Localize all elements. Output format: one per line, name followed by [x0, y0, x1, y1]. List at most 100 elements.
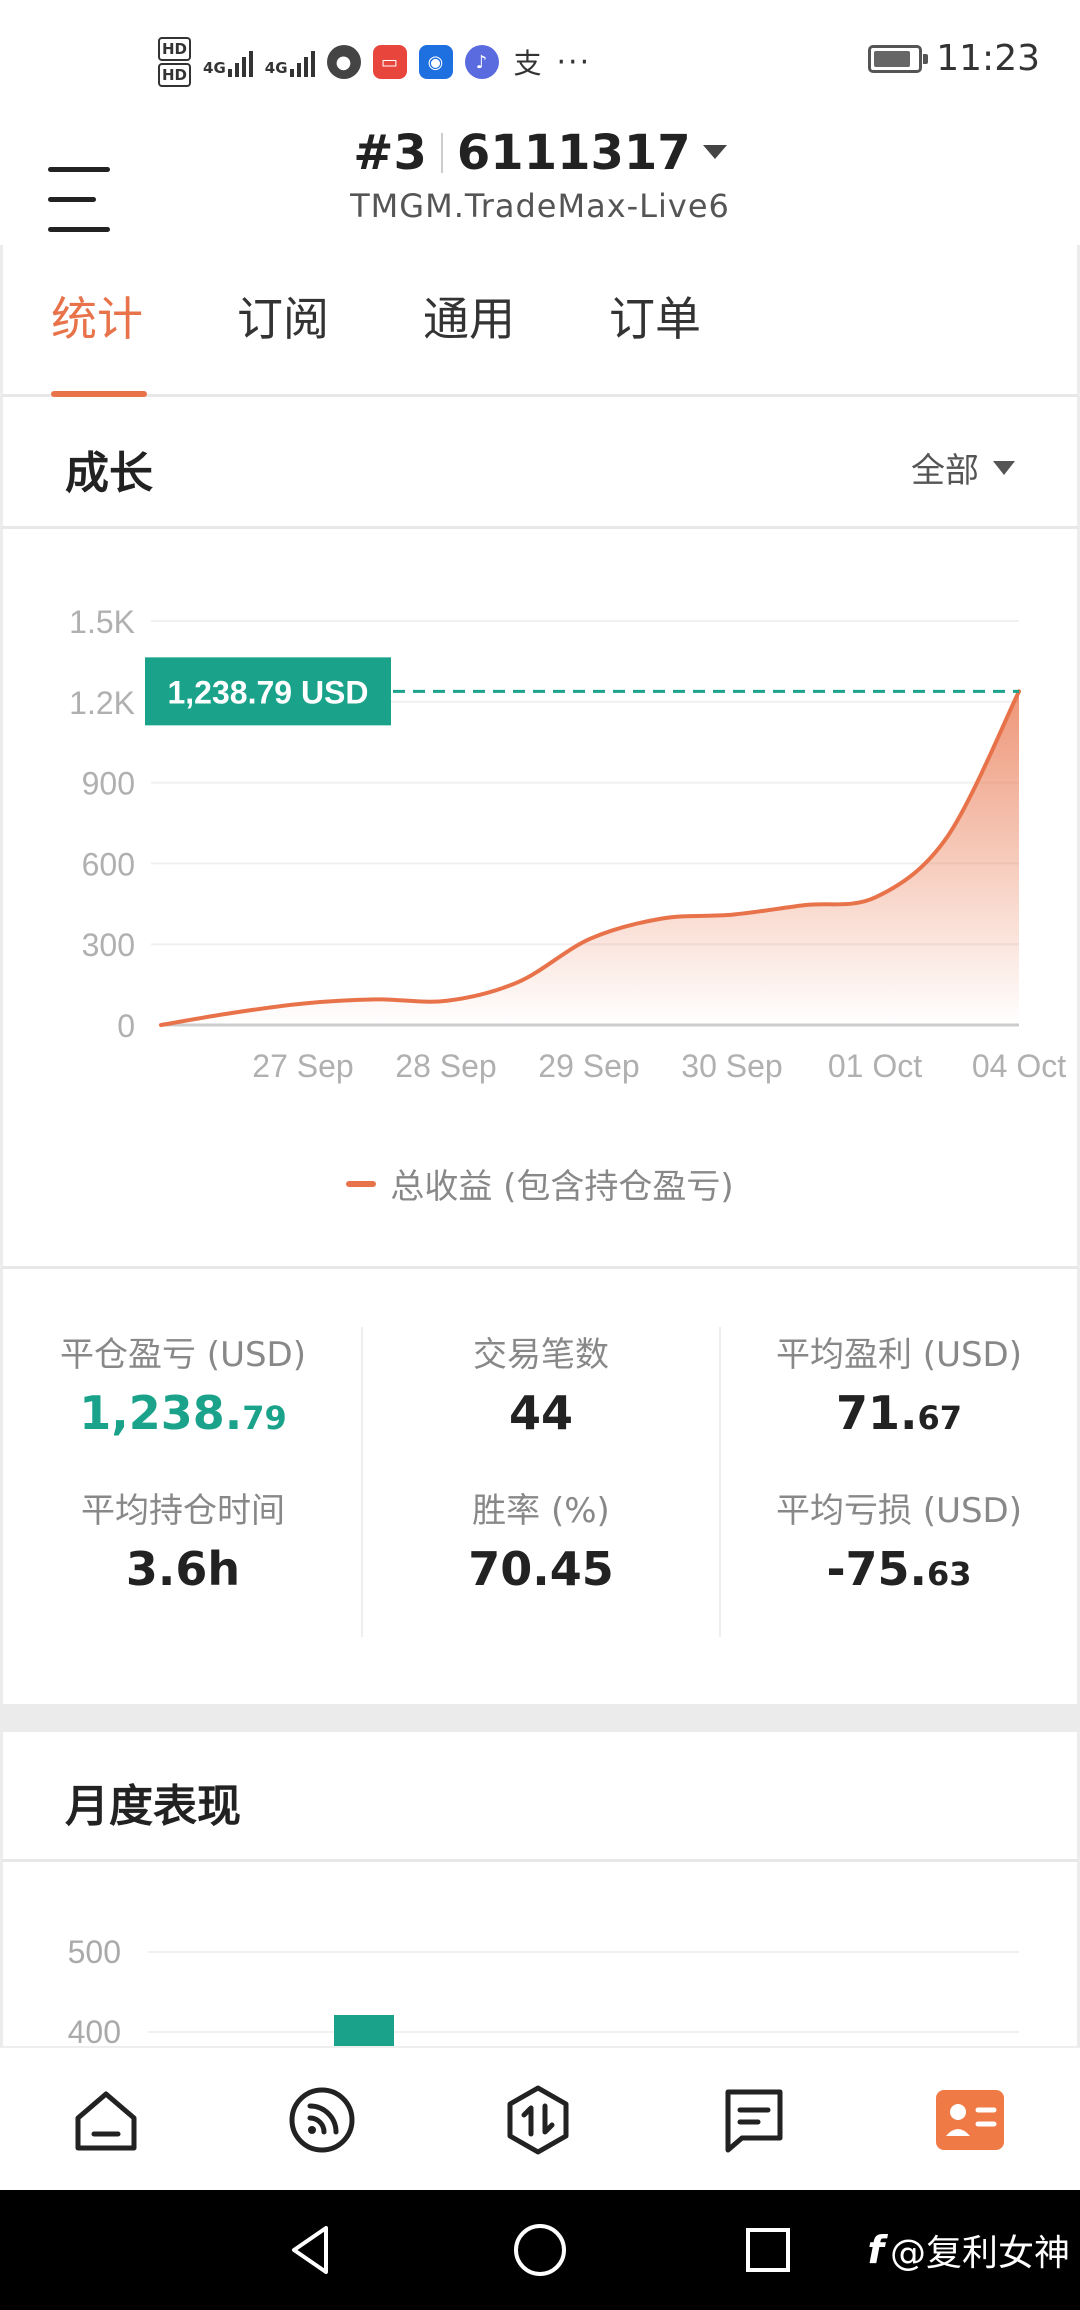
alipay-icon: 支	[513, 47, 542, 80]
stats-panel: 平仓盈亏 (USD) 1,238.79 交易笔数 44 平均盈利 (USD) 7…	[0, 1269, 1080, 1704]
stat-value: 3.6h	[125, 1542, 241, 1596]
legend-swatch	[346, 1180, 377, 1187]
back-icon	[292, 2226, 328, 2274]
watermark-logo-icon: f	[867, 2228, 884, 2272]
stat-value: 1,238.79	[79, 1386, 287, 1440]
music-icon: ♪	[464, 45, 499, 79]
hd2-label: HD	[158, 63, 192, 87]
tab-orders[interactable]: 订单	[609, 283, 701, 349]
signal-2-icon: 4G	[265, 47, 315, 77]
legend-label: 总收益 (包含持仓盈亏)	[390, 1167, 734, 1207]
chevron-down-icon	[702, 145, 727, 159]
y-tick-label: 600	[82, 846, 135, 882]
server-name: TMGM.TradeMax-Live6	[350, 187, 730, 225]
monthly-bar	[334, 2015, 394, 2046]
nav-home[interactable]	[70, 2084, 142, 2156]
dropdown-arrow-icon	[993, 460, 1015, 475]
watermark: f @复利女神	[867, 2224, 1070, 2276]
x-tick-label: 27 Sep	[252, 1048, 353, 1084]
recents-button[interactable]	[738, 2220, 798, 2284]
x-tick-label: 28 Sep	[395, 1048, 496, 1084]
nav-trade[interactable]	[502, 2084, 574, 2156]
growth-area-fill	[161, 691, 1019, 1025]
huawei-store-icon: ▭	[372, 45, 407, 79]
back-button[interactable]	[282, 2220, 342, 2284]
monthly-chart: 500 400	[0, 1862, 1080, 2046]
stat-avg-hold-time: 平均持仓时间 3.6h	[3, 1483, 363, 1596]
nav-profile[interactable]	[934, 2084, 1006, 2156]
home-icon	[75, 2091, 137, 2151]
stat-value: 71.67	[835, 1386, 963, 1440]
x-tick-label: 30 Sep	[681, 1048, 782, 1084]
tab-bar: 统计 订阅 通用 订单	[0, 245, 1080, 397]
account-selector[interactable]: #3 6111317	[0, 125, 1080, 181]
account-number: 6111317	[456, 125, 691, 181]
battery-icon	[868, 44, 929, 73]
stat-label: 平均持仓时间	[81, 1491, 285, 1531]
monthly-chart-svg: 500 400	[68, 1934, 1019, 2046]
status-right: 11:23	[868, 38, 1040, 79]
y-tick-label: 1.5K	[69, 604, 135, 640]
system-navigation-bar: f @复利女神	[0, 2190, 1080, 2310]
section-gap	[0, 1704, 1080, 1732]
subscription-icon	[289, 2087, 355, 2153]
home-button[interactable]	[510, 2220, 570, 2284]
growth-title: 成长	[65, 448, 153, 499]
profile-card-icon	[936, 2090, 1004, 2150]
status-left: HD HD 4G 4G ● ▭ ◉ ♪ 支 ···	[158, 32, 591, 92]
bottom-navigation	[0, 2046, 1080, 2190]
y-tick-label: 1.2K	[69, 685, 135, 721]
bulb-icon: ◉	[418, 45, 453, 79]
x-tick-label: 01 Oct	[828, 1048, 922, 1084]
y-tick-label: 900	[82, 766, 135, 802]
status-bar: HD HD 4G 4G ● ▭ ◉ ♪ 支 ··· 11:23	[0, 0, 1080, 125]
y-tick-label: 0	[117, 1008, 135, 1044]
stat-value: 70.45	[468, 1542, 614, 1596]
qq-icon: ●	[326, 45, 361, 79]
hd-indicator: HD HD	[158, 36, 192, 88]
stat-value: 44	[508, 1386, 573, 1440]
nav-messages[interactable]	[718, 2084, 790, 2156]
nav-subscription[interactable]	[286, 2084, 358, 2156]
stat-label: 平均亏损 (USD)	[776, 1491, 1022, 1531]
growth-header: 成长 全部	[0, 397, 1080, 529]
tab-general[interactable]: 通用	[423, 283, 515, 349]
monthly-title: 月度表现	[65, 1781, 241, 1832]
growth-chart-svg: 0 300 600 900 1.2K 1.5K 1,238.79 USD 27 Sep 28 S…	[69, 604, 1066, 1084]
network-type-2: 4G	[264, 59, 288, 77]
trade-icon	[507, 2085, 569, 2155]
tab-statistics[interactable]: 统计	[51, 283, 143, 349]
account-separator	[440, 133, 443, 173]
current-value-label: 1,238.79 USD	[167, 674, 368, 710]
x-tick-label: 04 Oct	[972, 1048, 1066, 1084]
growth-filter-dropdown[interactable]: 全部	[911, 443, 1015, 492]
square-recents-icon	[746, 2228, 790, 2272]
monthly-y-tick: 500	[68, 1934, 121, 1970]
stat-trade-count: 交易笔数 44	[361, 1327, 721, 1440]
growth-filter-label: 全部	[911, 451, 979, 491]
monthly-header: 月度表现	[0, 1732, 1080, 1862]
stat-label: 平均盈利 (USD)	[776, 1335, 1022, 1375]
monthly-y-tick: 400	[68, 2014, 121, 2046]
app-header: #3 6111317 TMGM.TradeMax-Live6	[0, 125, 1080, 245]
y-tick-label: 300	[82, 927, 135, 963]
stat-avg-profit: 平均盈利 (USD) 71.67	[719, 1327, 1079, 1440]
stat-label: 平仓盈亏 (USD)	[60, 1335, 306, 1375]
messages-icon	[725, 2089, 783, 2153]
growth-chart: 0 300 600 900 1.2K 1.5K 1,238.79 USD 27 Sep 28 S…	[0, 529, 1080, 1269]
circle-home-icon	[514, 2224, 566, 2276]
stat-win-rate: 胜率 (%) 70.45	[361, 1483, 721, 1596]
more-notifications-icon: ···	[556, 44, 592, 80]
hd1-label: HD	[158, 37, 192, 61]
clock: 11:23	[936, 38, 1040, 79]
stat-value: -75.63	[826, 1542, 972, 1596]
stat-label: 胜率 (%)	[472, 1491, 610, 1531]
x-tick-label: 29 Sep	[538, 1048, 639, 1084]
watermark-text: @复利女神	[889, 2233, 1070, 2274]
network-type-1: 4G	[203, 59, 226, 77]
stat-avg-loss: 平均亏损 (USD) -75.63	[719, 1483, 1079, 1596]
stat-closed-pnl: 平仓盈亏 (USD) 1,238.79	[3, 1327, 363, 1440]
stat-label: 交易笔数	[473, 1335, 609, 1375]
account-index: #3	[353, 125, 427, 181]
tab-subscriptions[interactable]: 订阅	[237, 283, 329, 349]
